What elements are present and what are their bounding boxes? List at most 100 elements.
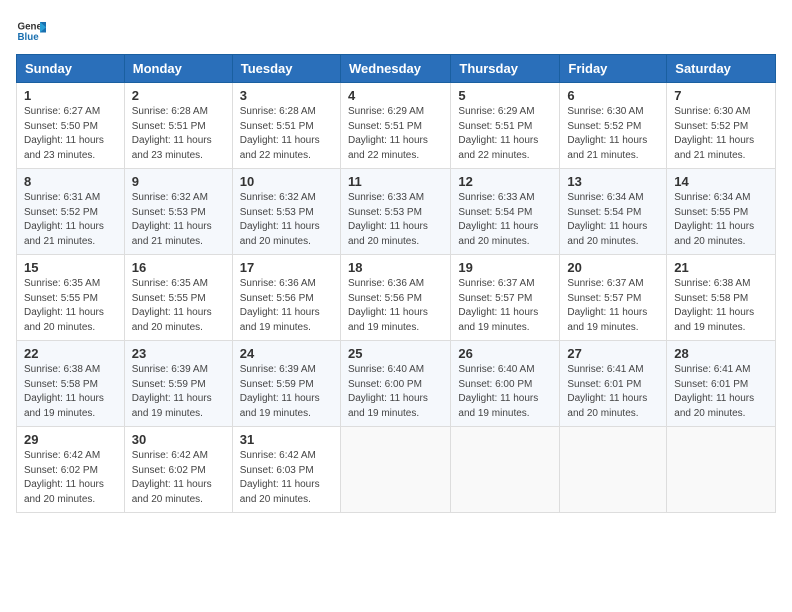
day-number: 8 xyxy=(24,174,117,189)
day-number: 5 xyxy=(458,88,552,103)
calendar-cell: 21Sunrise: 6:38 AM Sunset: 5:58 PM Dayli… xyxy=(667,255,776,341)
day-number: 2 xyxy=(132,88,225,103)
calendar-cell: 11 Sunrise: 6:33 AM Sunset: 5:53 PM Dayli… xyxy=(340,169,450,255)
day-number: 24 xyxy=(240,346,333,361)
day-info: Sunrise: 6:41 AM Sunset: 6:01 PM Dayligh… xyxy=(567,363,659,421)
day-number: 15 xyxy=(24,260,117,275)
day-info: Sunrise: 6:39 AM Sunset: 5:59 PM Dayligh… xyxy=(240,363,333,421)
calendar-cell: 26Sunrise: 6:40 AM Sunset: 6:00 PM Dayli… xyxy=(451,341,560,427)
day-number: 6 xyxy=(567,88,659,103)
calendar-week-row: 29 Sunrise: 6:42 AM Sunset: 6:02 PM Dayli… xyxy=(17,427,776,513)
calendar-cell: 6Sunrise: 6:30 AM Sunset: 5:52 PM Daylig… xyxy=(560,83,667,169)
day-info: Sunrise: 6:36 AM Sunset: 5:56 PM Dayligh… xyxy=(348,277,443,335)
calendar-header-row: SundayMondayTuesdayWednesdayThursdayFrid… xyxy=(17,55,776,83)
weekday-header: Saturday xyxy=(667,55,776,83)
day-info: Sunrise: 6:34 AM Sunset: 5:55 PM Dayligh… xyxy=(674,191,768,249)
day-info: Sunrise: 6:34 AM Sunset: 5:54 PM Dayligh… xyxy=(567,191,659,249)
weekday-header: Friday xyxy=(560,55,667,83)
page-header: General Blue xyxy=(16,16,776,46)
calendar-cell: 22Sunrise: 6:38 AM Sunset: 5:58 PM Dayli… xyxy=(17,341,125,427)
day-info: Sunrise: 6:38 AM Sunset: 5:58 PM Dayligh… xyxy=(674,277,768,335)
day-number: 10 xyxy=(240,174,333,189)
calendar-cell: 27 Sunrise: 6:41 AM Sunset: 6:01 PM Dayli… xyxy=(560,341,667,427)
day-info: Sunrise: 6:42 AM Sunset: 6:02 PM Dayligh… xyxy=(132,449,225,507)
calendar-cell: 16 Sunrise: 6:35 AM Sunset: 5:55 PM Dayli… xyxy=(124,255,232,341)
day-info: Sunrise: 6:33 AM Sunset: 5:54 PM Dayligh… xyxy=(458,191,552,249)
calendar-cell: 25 Sunrise: 6:40 AM Sunset: 6:00 PM Dayli… xyxy=(340,341,450,427)
weekday-header: Wednesday xyxy=(340,55,450,83)
calendar-cell: 10 Sunrise: 6:32 AM Sunset: 5:53 PM Dayli… xyxy=(232,169,340,255)
day-number: 30 xyxy=(132,432,225,447)
weekday-header: Monday xyxy=(124,55,232,83)
calendar-cell: 7 Sunrise: 6:30 AM Sunset: 5:52 PM Daylig… xyxy=(667,83,776,169)
day-number: 14 xyxy=(674,174,768,189)
day-info: Sunrise: 6:28 AM Sunset: 5:51 PM Dayligh… xyxy=(132,105,225,163)
day-info: Sunrise: 6:30 AM Sunset: 5:52 PM Dayligh… xyxy=(674,105,768,163)
day-number: 4 xyxy=(348,88,443,103)
day-number: 7 xyxy=(674,88,768,103)
calendar-cell: 17 Sunrise: 6:36 AM Sunset: 5:56 PM Dayli… xyxy=(232,255,340,341)
calendar-cell: 13 Sunrise: 6:34 AM Sunset: 5:54 PM Dayli… xyxy=(560,169,667,255)
calendar-cell: 8Sunrise: 6:31 AM Sunset: 5:52 PM Daylig… xyxy=(17,169,125,255)
day-info: Sunrise: 6:41 AM Sunset: 6:01 PM Dayligh… xyxy=(674,363,768,421)
calendar-cell xyxy=(560,427,667,513)
calendar-cell: 3 Sunrise: 6:28 AM Sunset: 5:51 PM Daylig… xyxy=(232,83,340,169)
day-info: Sunrise: 6:27 AM Sunset: 5:50 PM Dayligh… xyxy=(24,105,117,163)
calendar-cell: 5 Sunrise: 6:29 AM Sunset: 5:51 PM Daylig… xyxy=(451,83,560,169)
svg-text:Blue: Blue xyxy=(18,32,40,43)
day-number: 27 xyxy=(567,346,659,361)
calendar-body: 1 Sunrise: 6:27 AM Sunset: 5:50 PM Daylig… xyxy=(17,83,776,513)
day-info: Sunrise: 6:28 AM Sunset: 5:51 PM Dayligh… xyxy=(240,105,333,163)
day-number: 28 xyxy=(674,346,768,361)
day-number: 17 xyxy=(240,260,333,275)
calendar-cell: 28 Sunrise: 6:41 AM Sunset: 6:01 PM Dayli… xyxy=(667,341,776,427)
day-number: 20 xyxy=(567,260,659,275)
day-info: Sunrise: 6:35 AM Sunset: 5:55 PM Dayligh… xyxy=(132,277,225,335)
calendar-cell: 31Sunrise: 6:42 AM Sunset: 6:03 PM Dayli… xyxy=(232,427,340,513)
logo-icon: General Blue xyxy=(16,16,46,46)
day-number: 3 xyxy=(240,88,333,103)
day-info: Sunrise: 6:32 AM Sunset: 5:53 PM Dayligh… xyxy=(240,191,333,249)
day-number: 29 xyxy=(24,432,117,447)
day-info: Sunrise: 6:29 AM Sunset: 5:51 PM Dayligh… xyxy=(348,105,443,163)
day-number: 16 xyxy=(132,260,225,275)
calendar-cell: 14 Sunrise: 6:34 AM Sunset: 5:55 PM Dayli… xyxy=(667,169,776,255)
logo: General Blue xyxy=(16,16,50,46)
day-number: 11 xyxy=(348,174,443,189)
calendar-cell: 29 Sunrise: 6:42 AM Sunset: 6:02 PM Dayli… xyxy=(17,427,125,513)
day-info: Sunrise: 6:29 AM Sunset: 5:51 PM Dayligh… xyxy=(458,105,552,163)
day-number: 19 xyxy=(458,260,552,275)
calendar-cell: 1 Sunrise: 6:27 AM Sunset: 5:50 PM Daylig… xyxy=(17,83,125,169)
calendar-cell: 23 Sunrise: 6:39 AM Sunset: 5:59 PM Dayli… xyxy=(124,341,232,427)
day-number: 18 xyxy=(348,260,443,275)
day-info: Sunrise: 6:42 AM Sunset: 6:02 PM Dayligh… xyxy=(24,449,117,507)
weekday-header: Thursday xyxy=(451,55,560,83)
day-number: 23 xyxy=(132,346,225,361)
day-info: Sunrise: 6:40 AM Sunset: 6:00 PM Dayligh… xyxy=(458,363,552,421)
day-info: Sunrise: 6:40 AM Sunset: 6:00 PM Dayligh… xyxy=(348,363,443,421)
day-number: 9 xyxy=(132,174,225,189)
calendar-cell: 19 Sunrise: 6:37 AM Sunset: 5:57 PM Dayli… xyxy=(451,255,560,341)
calendar-cell: 15 Sunrise: 6:35 AM Sunset: 5:55 PM Dayli… xyxy=(17,255,125,341)
calendar-week-row: 1 Sunrise: 6:27 AM Sunset: 5:50 PM Daylig… xyxy=(17,83,776,169)
day-info: Sunrise: 6:39 AM Sunset: 5:59 PM Dayligh… xyxy=(132,363,225,421)
calendar-week-row: 8Sunrise: 6:31 AM Sunset: 5:52 PM Daylig… xyxy=(17,169,776,255)
calendar-cell: 30 Sunrise: 6:42 AM Sunset: 6:02 PM Dayli… xyxy=(124,427,232,513)
day-info: Sunrise: 6:35 AM Sunset: 5:55 PM Dayligh… xyxy=(24,277,117,335)
day-number: 1 xyxy=(24,88,117,103)
calendar-cell xyxy=(451,427,560,513)
calendar-week-row: 22Sunrise: 6:38 AM Sunset: 5:58 PM Dayli… xyxy=(17,341,776,427)
day-info: Sunrise: 6:32 AM Sunset: 5:53 PM Dayligh… xyxy=(132,191,225,249)
day-info: Sunrise: 6:36 AM Sunset: 5:56 PM Dayligh… xyxy=(240,277,333,335)
calendar-cell xyxy=(340,427,450,513)
day-info: Sunrise: 6:33 AM Sunset: 5:53 PM Dayligh… xyxy=(348,191,443,249)
day-info: Sunrise: 6:37 AM Sunset: 5:57 PM Dayligh… xyxy=(458,277,552,335)
calendar-week-row: 15 Sunrise: 6:35 AM Sunset: 5:55 PM Dayli… xyxy=(17,255,776,341)
calendar-cell: 2 Sunrise: 6:28 AM Sunset: 5:51 PM Daylig… xyxy=(124,83,232,169)
calendar-cell: 4 Sunrise: 6:29 AM Sunset: 5:51 PM Daylig… xyxy=(340,83,450,169)
day-number: 12 xyxy=(458,174,552,189)
day-number: 25 xyxy=(348,346,443,361)
weekday-header: Sunday xyxy=(17,55,125,83)
calendar-cell: 18 Sunrise: 6:36 AM Sunset: 5:56 PM Dayli… xyxy=(340,255,450,341)
day-number: 13 xyxy=(567,174,659,189)
